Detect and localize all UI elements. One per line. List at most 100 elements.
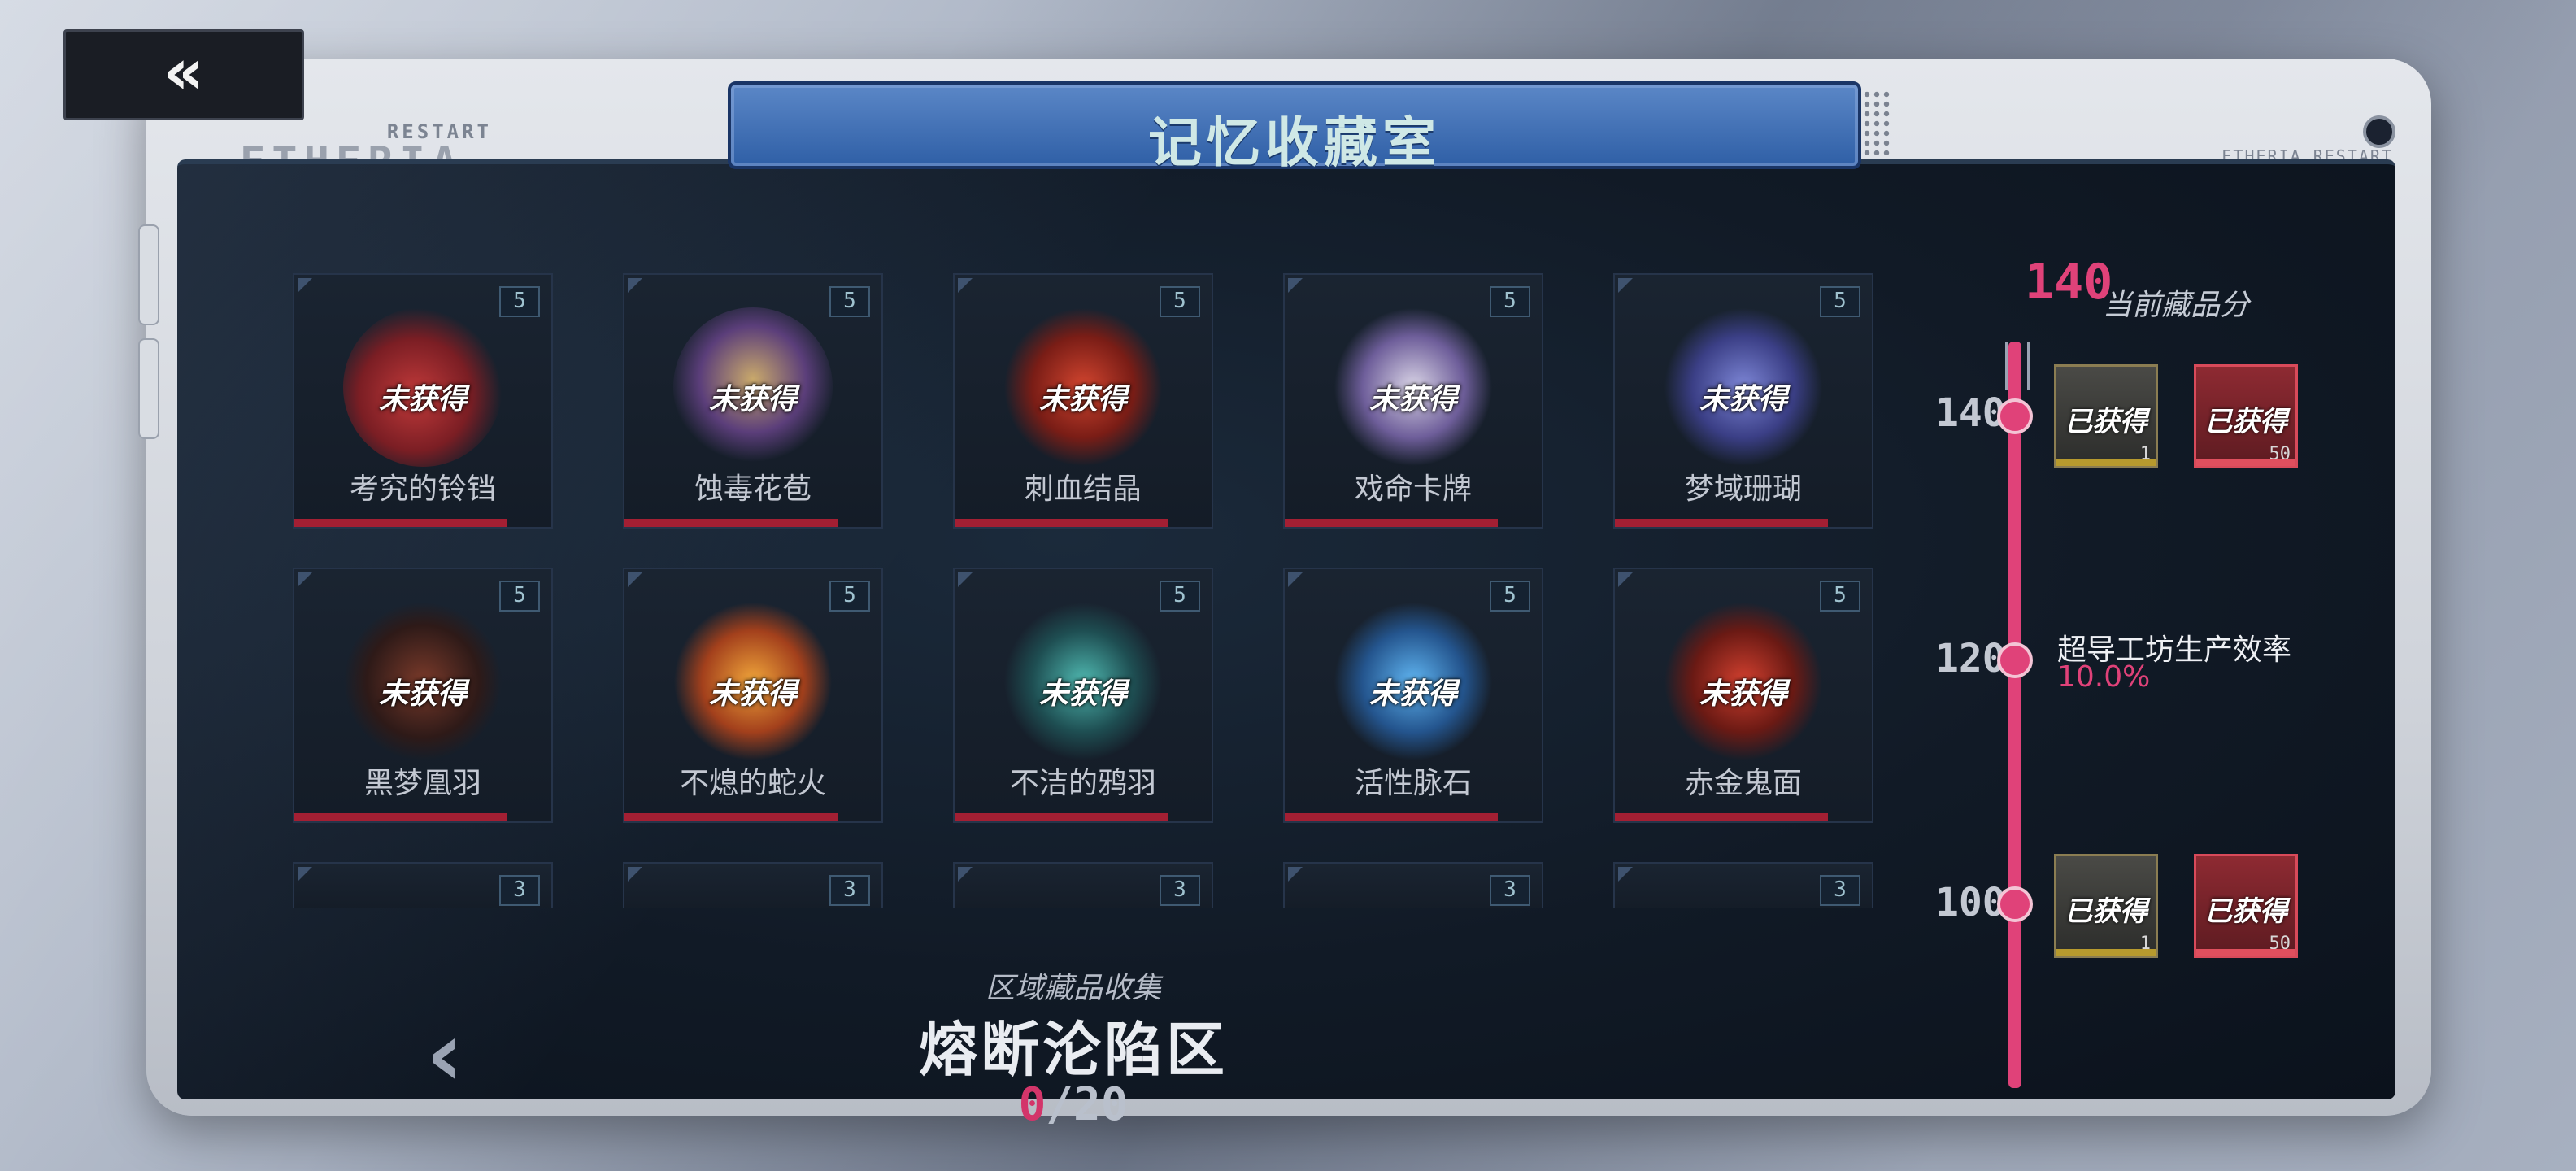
reward-bar — [2196, 459, 2295, 466]
item-name: 蚀毒花苞 — [694, 472, 812, 506]
reward-status: 已获得 — [2065, 895, 2147, 928]
status-label: 未获得 — [1038, 383, 1127, 416]
card-corner — [298, 278, 312, 293]
collection-card[interactable]: 3 — [623, 862, 883, 908]
status-label: 未获得 — [378, 677, 467, 711]
collection-card[interactable]: 3 — [1283, 862, 1543, 908]
collection-card[interactable]: 3 — [1613, 862, 1873, 908]
reward-bar — [2056, 459, 2156, 466]
item-name: 不熄的蛇火 — [679, 767, 826, 800]
collection-card[interactable]: 5 未获得 考究的铃铛 — [293, 273, 553, 529]
item-name: 赤金鬼面 — [1684, 767, 1802, 800]
chevron-left-icon: ‹ — [426, 1002, 463, 1106]
collection-card[interactable]: 5 未获得 赤金鬼面 — [1613, 568, 1873, 823]
item-name: 刺血结晶 — [1024, 472, 1142, 506]
reward-item[interactable]: 已获得 1 — [2054, 854, 2158, 958]
points-badge: 5 — [1160, 581, 1200, 612]
item-name: 梦域珊瑚 — [1684, 472, 1802, 506]
reward-status: 已获得 — [2065, 406, 2147, 438]
region-progress: 0/20 — [935, 1078, 1212, 1131]
points-badge: 3 — [1160, 875, 1200, 906]
region-subtitle: 区域藏品收集 — [985, 972, 1161, 1005]
item-name: 活性脉石 — [1354, 767, 1472, 800]
title-banner: 记忆收藏室 — [728, 81, 1861, 174]
points-badge: 3 — [499, 875, 540, 906]
back-button[interactable]: « — [63, 29, 304, 120]
status-label: 未获得 — [708, 383, 797, 416]
status-label: 未获得 — [1368, 383, 1457, 416]
card-corner — [1288, 278, 1303, 293]
card-corner — [628, 572, 642, 587]
status-label: 未获得 — [708, 677, 797, 711]
collection-card[interactable]: 5 未获得 刺血结晶 — [953, 273, 1213, 529]
status-label: 未获得 — [378, 383, 467, 416]
item-name: 不洁的鸦羽 — [1009, 767, 1156, 800]
card-corner — [628, 278, 642, 293]
card-corner — [958, 572, 973, 587]
card-corner — [628, 867, 642, 882]
card-corner — [298, 572, 312, 587]
speaker-grill — [1862, 89, 1893, 155]
collection-card[interactable]: 5 未获得 不洁的鸦羽 — [953, 568, 1213, 823]
status-label: 未获得 — [1368, 677, 1457, 711]
points-badge: 5 — [1820, 286, 1860, 317]
reward-bar — [2196, 949, 2295, 956]
milestone-level: 120 — [1935, 636, 2006, 681]
collection-card[interactable]: 5 未获得 活性脉石 — [1283, 568, 1543, 823]
collection-grid: 5 未获得 考究的铃铛 5 未获得 蚀毒花苞 5 未获得 刺血结晶 5 未获得 … — [293, 273, 1886, 908]
page-title: 记忆收藏室 — [1148, 111, 1441, 174]
card-corner — [1288, 572, 1303, 587]
region-name: 熔断沦陷区 — [918, 1016, 1228, 1084]
milestone-level: 140 — [1935, 390, 2006, 436]
status-label: 未获得 — [1699, 383, 1787, 416]
double-chevron-left-icon: « — [163, 36, 205, 109]
collection-card[interactable]: 5 未获得 不熄的蛇火 — [623, 568, 883, 823]
item-name: 考究的铃铛 — [349, 472, 496, 506]
points-badge: 5 — [499, 286, 540, 317]
region-collected: 0 — [1018, 1078, 1046, 1131]
points-badge: 5 — [829, 286, 870, 317]
collection-card[interactable]: 5 未获得 蚀毒花苞 — [623, 273, 883, 529]
points-badge: 5 — [1490, 581, 1530, 612]
points-badge: 3 — [1490, 875, 1530, 906]
milestone-node — [1997, 642, 2033, 678]
card-corner — [958, 867, 973, 882]
points-badge: 5 — [1160, 286, 1200, 317]
score-label: 当前藏品分 — [2103, 289, 2250, 322]
prev-region-button[interactable]: ‹ — [426, 1002, 463, 1106]
reward-item[interactable]: 已获得 50 — [2194, 364, 2298, 468]
milestone-node — [1997, 398, 2033, 434]
card-corner — [958, 278, 973, 293]
card-corner — [298, 867, 312, 882]
reward-status: 已获得 — [2204, 406, 2287, 438]
score-value: 140 — [2025, 254, 2113, 311]
camera-icon — [2363, 115, 2395, 148]
status-label: 未获得 — [1699, 677, 1787, 711]
reward-bar — [2056, 949, 2156, 956]
points-badge: 5 — [499, 581, 540, 612]
buff-value: 10.0% — [2057, 660, 2151, 694]
points-badge: 5 — [1490, 286, 1530, 317]
collection-card[interactable]: 5 未获得 黑梦凰羽 — [293, 568, 553, 823]
points-badge: 3 — [1820, 875, 1860, 906]
status-label: 未获得 — [1038, 677, 1127, 711]
collection-card[interactable]: 3 — [953, 862, 1213, 908]
card-corner — [1618, 572, 1633, 587]
card-corner — [1618, 278, 1633, 293]
side-tab-upper — [138, 224, 159, 325]
collection-card[interactable]: 3 — [293, 862, 553, 908]
item-name: 戏命卡牌 — [1354, 472, 1472, 506]
collection-card[interactable]: 5 未获得 戏命卡牌 — [1283, 273, 1543, 529]
milestone-level: 100 — [1935, 880, 2006, 925]
item-name: 黑梦凰羽 — [363, 767, 481, 800]
points-badge: 5 — [829, 581, 870, 612]
side-tab-lower — [138, 338, 159, 439]
card-corner — [1618, 867, 1633, 882]
card-corner — [1288, 867, 1303, 882]
milestone-node — [1997, 886, 2033, 922]
collection-card[interactable]: 5 未获得 梦域珊瑚 — [1613, 273, 1873, 529]
reward-status: 已获得 — [2204, 895, 2287, 928]
reward-item[interactable]: 已获得 50 — [2194, 854, 2298, 958]
reward-item[interactable]: 已获得 1 — [2054, 364, 2158, 468]
progress-track — [2008, 342, 2021, 1088]
